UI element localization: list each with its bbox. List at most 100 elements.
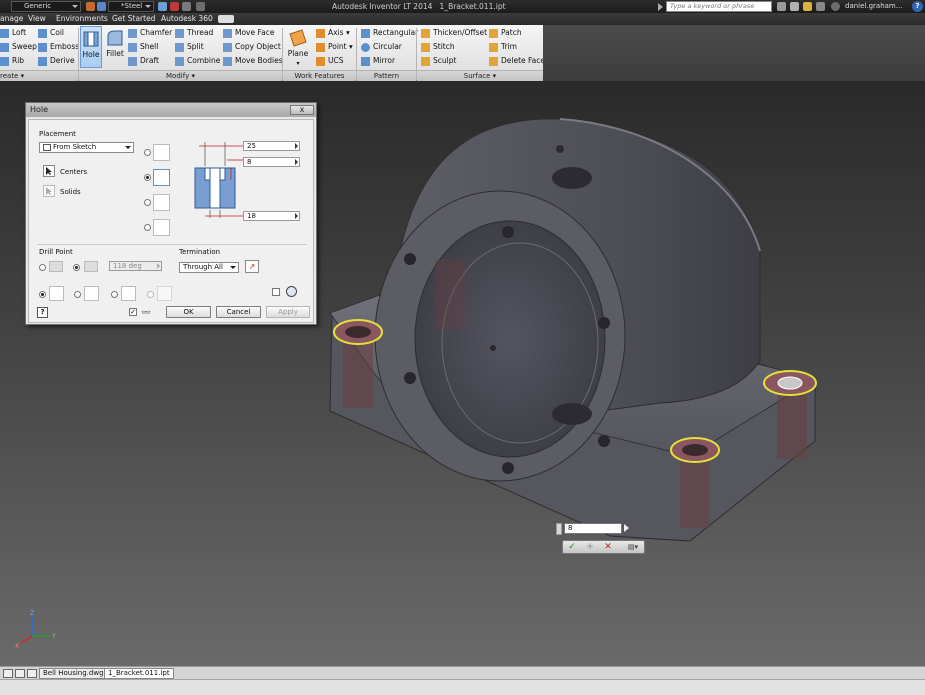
tile-windows-icon[interactable] xyxy=(3,669,13,678)
expand-arrow-icon[interactable] xyxy=(624,524,629,532)
thicken-offset-button[interactable]: Thicken/Offset xyxy=(421,27,487,40)
loft-button[interactable]: Loft xyxy=(0,27,26,40)
move-bodies-button[interactable]: Move Bodies xyxy=(223,55,283,68)
copy-object-button[interactable]: Copy Object xyxy=(223,41,281,54)
circular-pattern-button[interactable]: Circular xyxy=(361,41,402,54)
delete-face-button[interactable]: Delete Face xyxy=(489,55,545,68)
pattern-panel-label[interactable]: Pattern xyxy=(357,70,416,81)
mirror-button[interactable]: Mirror xyxy=(361,55,395,68)
redo-icon[interactable] xyxy=(196,2,205,11)
modify-panel-label[interactable]: Modify ▾ xyxy=(79,70,282,81)
drilled-radio[interactable] xyxy=(144,149,151,156)
chamfer-button[interactable]: Chamfer xyxy=(128,27,172,40)
tab-manage[interactable]: anage xyxy=(0,14,26,25)
axis-button[interactable]: Axis ▾ xyxy=(316,27,350,40)
preview-icon[interactable] xyxy=(286,286,297,297)
move-face-button[interactable]: Move Face xyxy=(223,27,274,40)
centers-select-button[interactable] xyxy=(43,165,55,177)
trim-button[interactable]: Trim xyxy=(489,41,517,54)
flip-direction-icon[interactable]: ↗ xyxy=(245,260,259,273)
options-menu-icon[interactable]: ▤▾ xyxy=(623,542,643,553)
countersink-hole-icon[interactable] xyxy=(153,219,170,236)
combine-button[interactable]: Combine xyxy=(175,55,220,68)
counterbore-radio[interactable] xyxy=(144,174,151,181)
user-name[interactable]: daniel.graham... xyxy=(845,2,902,10)
hole-diameter-input[interactable]: 18 xyxy=(243,211,300,221)
cascade-windows-icon[interactable] xyxy=(15,669,25,678)
rectangular-pattern-button[interactable]: Rectangular xyxy=(361,27,418,40)
doc-tab-bell-housing[interactable]: Bell Housing.dwg xyxy=(39,668,108,679)
cancel-button[interactable]: Cancel xyxy=(216,306,261,318)
tab-autodesk-360[interactable]: Autodesk 360 xyxy=(158,14,216,25)
user-icon[interactable] xyxy=(831,2,840,11)
subscription-icon[interactable] xyxy=(816,2,825,11)
patch-button[interactable]: Patch xyxy=(489,27,522,40)
simple-hole-radio[interactable] xyxy=(39,291,46,298)
doc-tab-bracket[interactable]: 1_Bracket.011.ipt xyxy=(104,668,174,679)
clear-icon[interactable] xyxy=(170,2,179,11)
counterbore-depth-input[interactable]: 8 xyxy=(243,157,300,167)
emboss-button[interactable]: Emboss xyxy=(38,41,79,54)
spotface-radio[interactable] xyxy=(144,199,151,206)
dialog-title[interactable]: Hole xyxy=(26,103,316,117)
solids-select-button[interactable] xyxy=(43,185,55,197)
tapped-hole-icon[interactable] xyxy=(121,286,136,301)
point-button[interactable]: Point ▾ xyxy=(316,41,353,54)
stitch-button[interactable]: Stitch xyxy=(421,41,455,54)
save-icon[interactable] xyxy=(86,2,95,11)
work-features-panel-label[interactable]: Work Features xyxy=(283,70,356,81)
style-combo[interactable]: Generic xyxy=(11,1,81,12)
fillet-button[interactable]: Fillet xyxy=(104,26,126,68)
sweep-button[interactable]: Sweep xyxy=(0,41,37,54)
infer-ipart-checkbox[interactable] xyxy=(272,288,280,296)
apply-preview-checkbox[interactable]: ✓ xyxy=(129,308,137,316)
spotface-hole-icon[interactable] xyxy=(153,194,170,211)
ok-button[interactable]: OK xyxy=(166,306,211,318)
shell-button[interactable]: Shell xyxy=(128,41,158,54)
material-combo[interactable]: *Steel xyxy=(108,1,154,12)
expand-arrow-icon[interactable] xyxy=(658,3,663,11)
add-plus-icon[interactable]: + xyxy=(583,542,597,553)
coil-button[interactable]: Coil xyxy=(38,27,64,40)
rib-button[interactable]: Rib xyxy=(0,55,24,68)
drilled-hole-icon[interactable] xyxy=(153,144,170,161)
cancel-x-icon[interactable]: ✕ xyxy=(601,542,615,553)
create-panel-label[interactable]: reate ▾ xyxy=(0,70,78,81)
angle-drill-radio[interactable] xyxy=(73,264,80,271)
tapped-hole-radio[interactable] xyxy=(111,291,118,298)
taper-tapped-icon[interactable] xyxy=(157,286,172,301)
draft-button[interactable]: Draft xyxy=(128,55,159,68)
communication-icon[interactable] xyxy=(790,2,799,11)
help-icon[interactable]: ? xyxy=(912,1,923,12)
thread-button[interactable]: Thread xyxy=(175,27,213,40)
undo-icon[interactable] xyxy=(182,2,191,11)
mini-toolbar-grip[interactable] xyxy=(556,523,562,535)
clearance-hole-radio[interactable] xyxy=(74,291,81,298)
apply-button[interactable]: Apply xyxy=(266,306,310,318)
counterbore-hole-icon[interactable] xyxy=(153,169,170,186)
surface-panel-label[interactable]: Surface ▾ xyxy=(417,70,543,81)
appearance-icon[interactable] xyxy=(97,2,106,11)
minimize-ribbon-icon[interactable] xyxy=(218,15,234,23)
clearance-hole-icon[interactable] xyxy=(84,286,99,301)
mini-value-input[interactable]: 8 xyxy=(564,523,622,534)
close-button[interactable]: x xyxy=(290,105,314,115)
help-button[interactable]: ? xyxy=(37,307,48,318)
countersink-radio[interactable] xyxy=(144,224,151,231)
search-input[interactable]: Type a keyword or phrase xyxy=(666,1,772,12)
drill-angle-input[interactable]: 118 deg xyxy=(109,261,162,271)
ucs-button[interactable]: UCS xyxy=(316,55,344,68)
simple-hole-icon[interactable] xyxy=(49,286,64,301)
taper-tapped-radio[interactable] xyxy=(147,291,154,298)
termination-select[interactable]: Through All xyxy=(179,262,239,273)
search-icon[interactable] xyxy=(777,2,786,11)
tab-get-started[interactable]: Get Started xyxy=(109,14,158,25)
plane-button[interactable]: Plane ▾ xyxy=(285,26,311,68)
favorites-icon[interactable] xyxy=(803,2,812,11)
tab-environments[interactable]: Environments xyxy=(53,14,111,25)
flat-drill-radio[interactable] xyxy=(39,264,46,271)
sculpt-button[interactable]: Sculpt xyxy=(421,55,456,68)
tab-view[interactable]: View xyxy=(25,14,49,25)
placement-select[interactable]: From Sketch xyxy=(39,142,134,153)
counterbore-diameter-input[interactable]: 25 xyxy=(243,141,300,151)
